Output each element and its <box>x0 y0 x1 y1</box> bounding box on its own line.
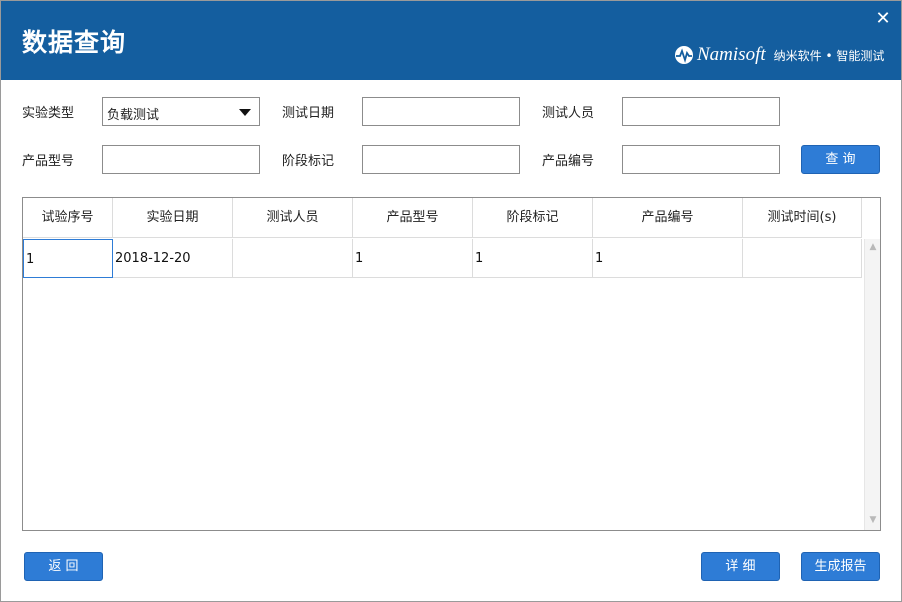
tester-label: 测试人员 <box>542 106 595 121</box>
table-cell[interactable]: 2018-12-20 <box>113 239 233 278</box>
vertical-scrollbar[interactable]: ▲ ▼ <box>864 239 880 530</box>
test-date-label: 测试日期 <box>282 106 335 121</box>
product-number-label: 产品编号 <box>542 154 595 169</box>
stage-mark-field[interactable] <box>362 145 520 174</box>
scroll-up-icon[interactable]: ▲ <box>868 242 878 252</box>
experiment-type-select[interactable]: 负载测试 <box>102 97 260 126</box>
table-cell[interactable] <box>743 239 862 278</box>
column-header[interactable]: 产品编号 <box>593 198 743 238</box>
brand: Namisoft 纳米软件 • 智能测试 <box>673 43 884 67</box>
data-query-window: 数据查询 ✕ Namisoft 纳米软件 • 智能测试 实验类型 负载测试 测试… <box>0 0 902 602</box>
column-header[interactable]: 试验序号 <box>23 198 113 238</box>
title-bar: 数据查询 ✕ Namisoft 纳米软件 • 智能测试 <box>1 1 901 80</box>
brand-slogan: 纳米软件 • 智能测试 <box>773 48 885 63</box>
table-cell[interactable] <box>233 239 353 278</box>
experiment-type-value: 负载测试 <box>107 108 160 123</box>
scroll-down-icon[interactable]: ▼ <box>868 515 878 525</box>
back-button[interactable]: 返 回 <box>24 552 103 581</box>
close-icon[interactable]: ✕ <box>873 9 893 29</box>
tester-field[interactable] <box>622 97 780 126</box>
test-date-field[interactable] <box>362 97 520 126</box>
results-table: 试验序号 实验日期 测试人员 产品型号 阶段标记 产品编号 测试时间(s) 1 … <box>22 197 881 531</box>
generate-report-button[interactable]: 生成报告 <box>801 552 880 581</box>
query-button[interactable]: 查 询 <box>801 145 880 174</box>
detail-button[interactable]: 详 细 <box>701 552 780 581</box>
namisoft-logo-icon <box>675 46 693 64</box>
column-header[interactable]: 产品型号 <box>353 198 473 238</box>
column-header[interactable]: 阶段标记 <box>473 198 593 238</box>
dropdown-arrow-icon <box>239 109 251 116</box>
brand-name: Namisoft <box>697 44 766 65</box>
table-cell[interactable]: 1 <box>593 239 743 278</box>
table-cell[interactable]: 1 <box>473 239 593 278</box>
table-cell[interactable]: 1 <box>353 239 473 278</box>
table-cell[interactable]: 1 <box>23 239 113 278</box>
table-header: 试验序号 实验日期 测试人员 产品型号 阶段标记 产品编号 测试时间(s) <box>23 198 862 238</box>
product-model-label: 产品型号 <box>22 154 75 169</box>
product-model-field[interactable] <box>102 145 260 174</box>
window-title: 数据查询 <box>22 28 127 57</box>
column-header[interactable]: 测试时间(s) <box>743 198 862 238</box>
stage-mark-label: 阶段标记 <box>282 154 335 169</box>
column-header[interactable]: 实验日期 <box>113 198 233 238</box>
experiment-type-label: 实验类型 <box>22 106 75 121</box>
column-header[interactable]: 测试人员 <box>233 198 353 238</box>
product-number-field[interactable] <box>622 145 780 174</box>
table-row[interactable]: 1 2018-12-20 1 1 1 <box>23 239 862 278</box>
